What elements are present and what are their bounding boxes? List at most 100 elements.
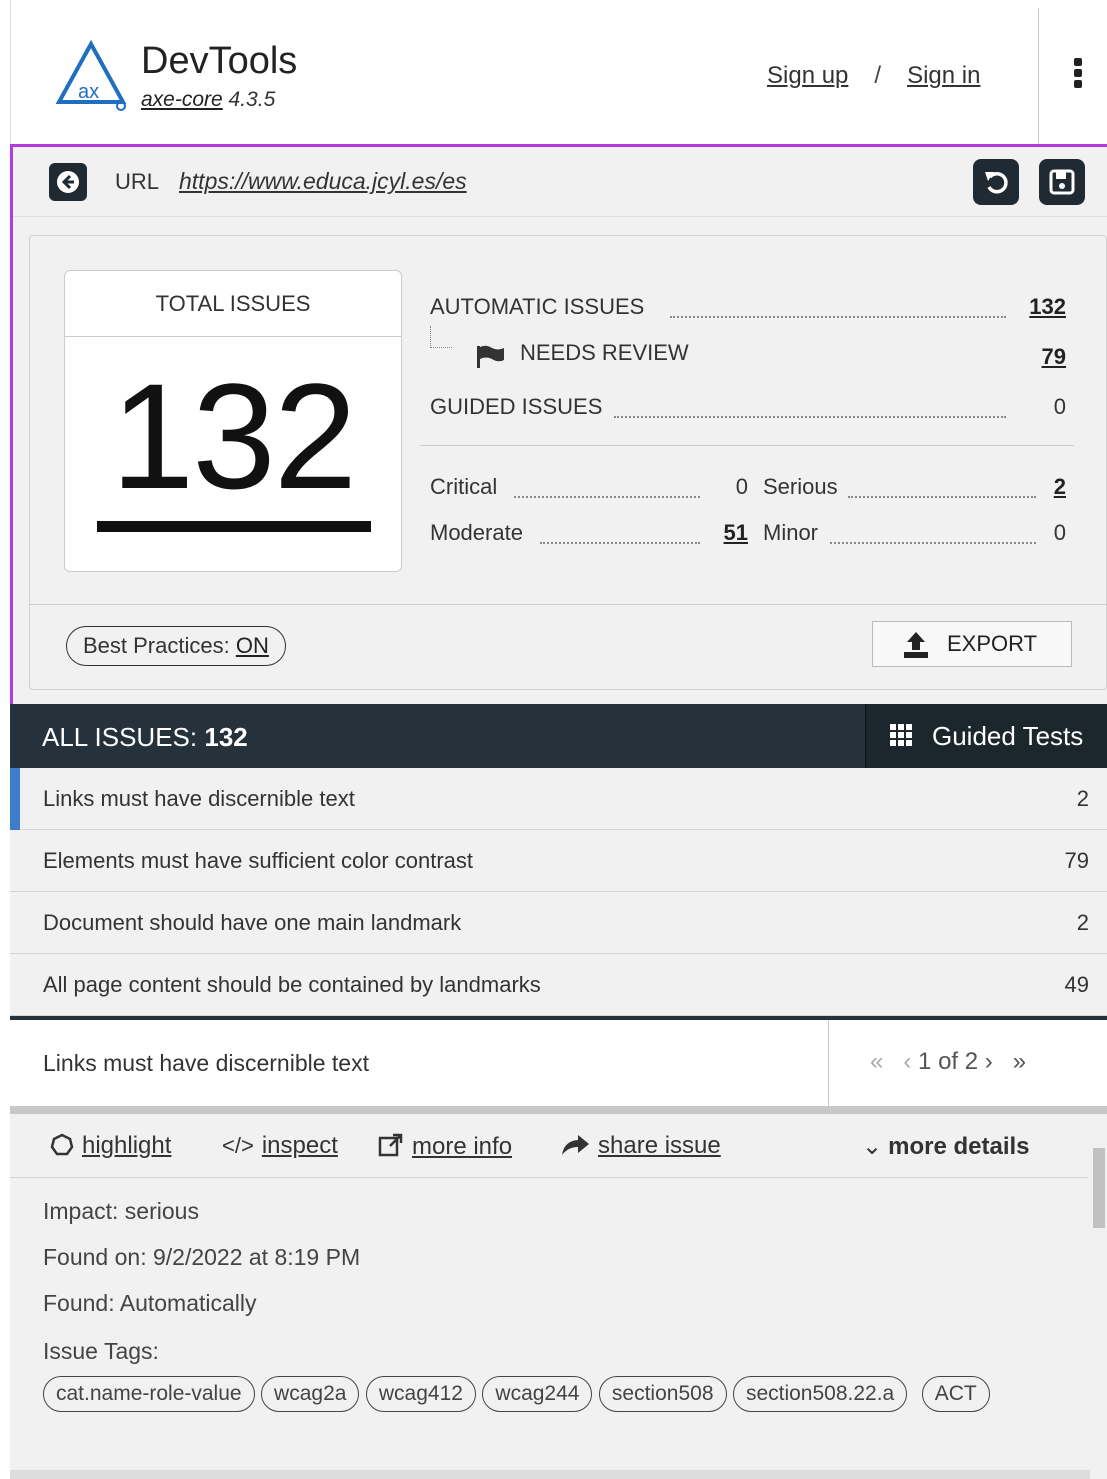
sign-up-link[interactable]: Sign up [767, 62, 848, 89]
tree-connector [430, 326, 452, 348]
best-practices-toggle[interactable]: Best Practices: ON [66, 626, 286, 666]
share-arrow-icon [562, 1135, 589, 1155]
moderate-label: Moderate [430, 520, 523, 545]
issue-list: Links must have discernible text 2 Eleme… [10, 768, 1107, 1016]
last-page-icon[interactable]: » [1013, 1048, 1026, 1075]
more-options-icon[interactable] [1071, 58, 1085, 92]
chevron-down-icon: ⌄ [862, 1133, 883, 1160]
total-issues-label: TOTAL ISSUES [65, 271, 401, 337]
pager-status: 1 of 2 [918, 1048, 979, 1075]
automatic-issues-label: AUTOMATIC ISSUES [430, 294, 645, 319]
issue-row[interactable]: Links must have discernible text 2 [10, 768, 1107, 830]
scanned-url[interactable]: https://www.educa.jcyl.es/es [179, 168, 467, 195]
svg-text:ax: ax [78, 81, 99, 103]
version-number: 4.3.5 [228, 88, 276, 111]
issue-tag: cat.name-role-value [43, 1376, 255, 1412]
issue-row[interactable]: Elements must have sufficient color cont… [10, 830, 1107, 892]
code-icon: </> [222, 1133, 254, 1158]
issue-detail-body: highlight </> inspect more info share iss… [10, 1114, 1107, 1479]
refresh-icon [985, 172, 1008, 194]
rescan-button[interactable] [973, 159, 1019, 205]
issue-actions: highlight </> inspect more info share iss… [10, 1114, 1088, 1178]
issue-tag: wcag2a [261, 1376, 360, 1412]
total-issues-underline [97, 521, 371, 532]
issue-title: Elements must have sufficient color cont… [43, 848, 474, 873]
issue-found-on: Found on: 9/2/2022 at 8:19 PM [43, 1244, 361, 1270]
all-issues-bar: ALL ISSUES: 132 Guided Tests [10, 704, 1107, 768]
app-header: ax DevTools axe-core 4.3.5 Sign up / Sign … [10, 0, 1107, 144]
back-button[interactable] [49, 163, 87, 201]
summary-divider [30, 604, 1106, 605]
issue-count: 2 [1076, 910, 1089, 935]
total-issues-box: TOTAL ISSUES 132 [64, 270, 402, 572]
issue-detail-title: Links must have discernible text [43, 1050, 369, 1076]
best-practices-state: ON [235, 633, 269, 658]
guided-tests-label: Guided Tests [932, 721, 1084, 751]
total-issues-count[interactable]: 132 [65, 361, 401, 511]
all-issues-label: ALL ISSUES: [42, 722, 198, 752]
issue-tags-label: Issue Tags: [43, 1338, 159, 1364]
detail-separator [10, 1106, 1107, 1114]
issue-tag: section508 [598, 1376, 727, 1412]
needs-review-count[interactable]: 79 [1006, 344, 1066, 370]
issue-title: All page content should be contained by … [43, 972, 541, 997]
issue-found-method: Found: Automatically [43, 1290, 257, 1316]
highlight-button[interactable]: highlight [50, 1132, 171, 1160]
serious-label: Serious [763, 474, 838, 499]
highlight-icon [50, 1133, 74, 1156]
issue-count: 49 [1064, 972, 1089, 997]
url-bar: URL https://www.educa.jcyl.es/es [13, 147, 1107, 217]
serious-count[interactable]: 2 [1036, 474, 1066, 500]
issue-tags: cat.name-role-value wcag2a wcag412 wcag2… [43, 1376, 1073, 1416]
inspect-button[interactable]: </> inspect [222, 1132, 338, 1160]
issue-title: Document should have one main landmark [43, 910, 462, 935]
export-button[interactable]: EXPORT [872, 621, 1072, 667]
arrow-left-circle-icon [57, 171, 79, 193]
critical-count: 0 [735, 474, 748, 499]
issue-tag: ACT [921, 1376, 990, 1412]
minor-count: 0 [1053, 520, 1066, 545]
best-practices-label: Best Practices: [83, 633, 230, 658]
issue-row[interactable]: Document should have one main landmark 2 [10, 892, 1107, 954]
guided-issues-label: GUIDED ISSUES [430, 394, 603, 419]
header-divider [1038, 8, 1039, 144]
save-button[interactable] [1039, 159, 1085, 205]
all-issues-count: 132 [204, 722, 248, 752]
automatic-issues-count[interactable]: 132 [1006, 294, 1066, 320]
issue-pager: « ‹ 1 of 2 › » [870, 1048, 1026, 1076]
url-label: URL [115, 169, 160, 194]
critical-label: Critical [430, 474, 498, 499]
minor-label: Minor [763, 520, 819, 545]
auth-links: Sign up / Sign in [767, 62, 980, 90]
issues-summary: TOTAL ISSUES 132 AUTOMATIC ISSUES 132 NE… [29, 235, 1107, 690]
share-issue-button[interactable]: share issue [560, 1132, 721, 1160]
app-title: DevTools [141, 40, 298, 82]
issue-tag: section508.22.a [732, 1376, 908, 1412]
previous-page-icon[interactable]: ‹ [903, 1048, 911, 1075]
issue-tag: wcag244 [482, 1376, 593, 1412]
issue-tag: wcag412 [365, 1376, 476, 1412]
save-icon [1049, 169, 1075, 195]
scan-panel: URL https://www.educa.jcyl.es/es TOTAL I… [10, 144, 1107, 704]
guided-issues-count: 0 [1053, 394, 1066, 419]
scrollbar-thumb[interactable] [1093, 1148, 1105, 1228]
next-page-icon[interactable]: › [985, 1048, 993, 1075]
first-page-icon[interactable]: « [870, 1048, 883, 1075]
issue-count: 79 [1064, 848, 1089, 873]
issue-row[interactable]: All page content should be contained by … [10, 954, 1107, 1016]
sign-in-link[interactable]: Sign in [907, 62, 980, 89]
auth-separator: / [874, 62, 882, 89]
bottom-edge [10, 1470, 1090, 1479]
more-info-link[interactable]: more info [378, 1132, 512, 1161]
all-issues-title: ALL ISSUES: 132 [42, 722, 248, 753]
guided-tests-tab[interactable]: Guided Tests [865, 704, 1107, 768]
moderate-count[interactable]: 51 [710, 520, 748, 546]
app-version: axe-core 4.3.5 [141, 88, 275, 112]
issue-count: 2 [1076, 786, 1089, 811]
more-details-toggle[interactable]: ⌄ more details [862, 1132, 1030, 1161]
axe-core-link[interactable]: axe-core [141, 88, 223, 111]
external-link-icon [378, 1133, 403, 1157]
issue-impact: Impact: serious [43, 1198, 199, 1224]
issue-detail-header: Links must have discernible text « ‹ 1 o… [10, 1020, 1107, 1106]
flag-icon [477, 345, 504, 368]
